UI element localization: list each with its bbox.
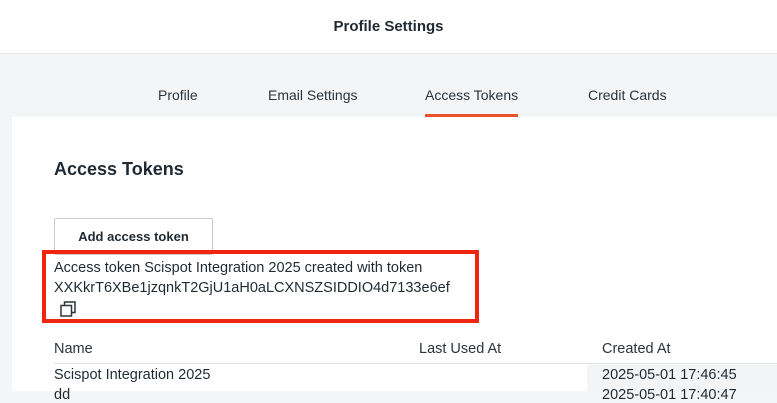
column-header-name[interactable]: Name <box>54 341 93 357</box>
created-at-cell: 2025-05-01 17:40:47 <box>602 387 737 403</box>
copy-icon[interactable] <box>60 301 76 317</box>
top-bar: Profile Settings <box>0 0 777 54</box>
notice-message: Access token Scispot Integration 2025 cr… <box>54 260 423 276</box>
token-name-cell: Scispot Integration 2025 <box>54 367 211 383</box>
column-header-created-at[interactable]: Created At <box>602 341 671 357</box>
page-title: Profile Settings <box>333 18 444 35</box>
token-created-notice: Access token Scispot Integration 2025 cr… <box>54 258 450 298</box>
tab-bar: Profile Email Settings Access Tokens Cre… <box>0 87 777 117</box>
created-at-cell: 2025-05-01 17:46:45 <box>602 367 737 383</box>
tab-credit-cards[interactable]: Credit Cards <box>588 87 667 117</box>
tab-access-tokens[interactable]: Access Tokens <box>425 87 519 117</box>
token-value: XXKkrT6XBe1jzqnkT2GjU1aH0aLCXNSZSIDDIO4d… <box>54 280 450 296</box>
token-name-cell: dd <box>54 387 71 403</box>
tab-email-settings[interactable]: Email Settings <box>268 87 357 117</box>
column-header-last-used-at[interactable]: Last Used At <box>419 341 501 357</box>
access-tokens-card: Access Tokens Add access token Access to… <box>12 117 777 403</box>
tab-profile[interactable]: Profile <box>158 87 198 117</box>
section-title: Access Tokens <box>54 159 184 179</box>
add-access-token-button[interactable]: Add access token <box>54 218 213 255</box>
table-header-divider <box>54 363 777 364</box>
